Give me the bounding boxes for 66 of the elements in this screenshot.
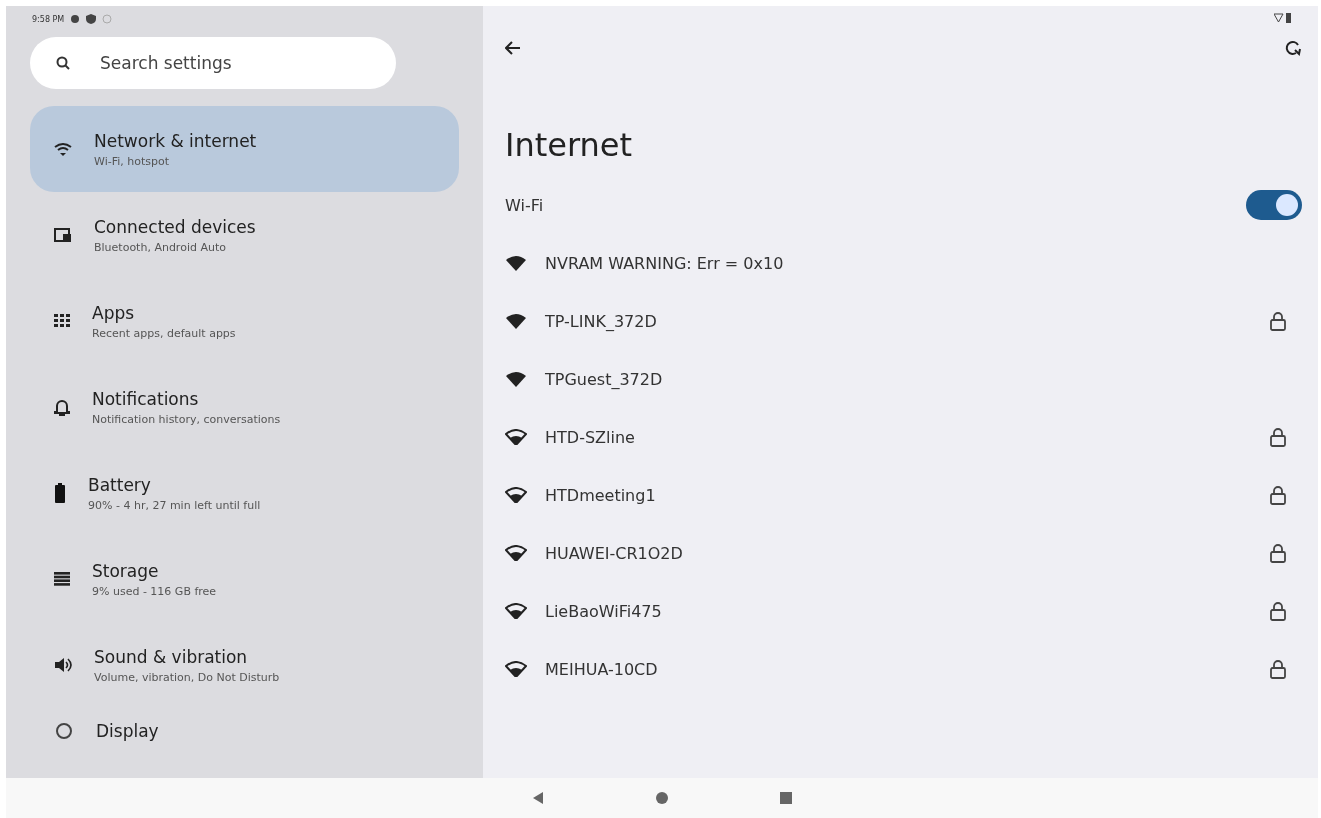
network-row[interactable]: LieBaoWiFi475 <box>505 582 1302 640</box>
item-subtitle: 90% - 4 hr, 27 min left until full <box>88 498 261 512</box>
bell-icon <box>54 398 70 416</box>
lock-icon <box>1270 485 1286 505</box>
item-subtitle: Recent apps, default apps <box>92 326 236 340</box>
network-row[interactable]: MEIHUA-10CD <box>505 640 1302 698</box>
item-title: Sound & vibration <box>94 646 249 667</box>
wifi-label: Wi-Fi <box>505 195 545 215</box>
shield-icon <box>86 14 97 24</box>
item-subtitle: Bluetooth, Android Auto <box>94 240 227 254</box>
lock-icon <box>1270 427 1286 447</box>
lock-icon <box>1270 601 1286 621</box>
lock-icon <box>1270 543 1286 563</box>
wifi-icon <box>54 142 72 156</box>
item-subtitle: Volume, vibration, Do Not Disturb <box>94 670 280 684</box>
network-name: HTD-SZline <box>545 427 636 447</box>
home-circle-icon[interactable] <box>655 791 669 805</box>
refresh-icon <box>1284 39 1302 57</box>
network-name: HUAWEI-CR1O2D <box>545 543 684 563</box>
item-subtitle: Notification history, conversations <box>92 412 281 426</box>
speaker-icon <box>54 657 72 673</box>
sidebar-item[interactable]: Storage 9% used - 116 GB free <box>30 536 459 622</box>
network-name: LieBaoWiFi475 <box>545 601 663 621</box>
network-name: TP-LINK_372D <box>545 311 658 331</box>
sidebar-item[interactable]: Connected devices Bluetooth, Android Auto <box>30 192 459 278</box>
item-subtitle: 9% used - 116 GB free <box>92 584 217 598</box>
sidebar-item[interactable]: Sound & vibration Volume, vibration, Do Not Disturb <box>30 622 459 708</box>
recents-square-icon[interactable] <box>779 791 793 805</box>
lock-icon <box>1270 311 1286 331</box>
item-title: Apps <box>92 302 136 323</box>
back-triangle-icon[interactable] <box>531 791 545 805</box>
item-title: Storage <box>92 560 160 581</box>
back-arrow-icon <box>505 41 521 55</box>
wifi-toggle[interactable] <box>1246 190 1302 220</box>
network-row[interactable]: HTD-SZline <box>505 408 1302 466</box>
item-title: Connected devices <box>94 216 256 237</box>
network-row[interactable]: NVRAM WARNING: Err = 0x10 <box>505 234 1302 292</box>
network-row[interactable]: HTDmeeting1 <box>505 466 1302 524</box>
network-name: NVRAM WARNING: Err = 0x10 <box>545 253 785 273</box>
item-title: Display <box>96 721 159 741</box>
sidebar-item[interactable]: Battery 90% - 4 hr, 27 min left until full <box>30 450 459 536</box>
devices-icon <box>54 227 72 243</box>
item-title: Notifications <box>92 388 200 409</box>
storage-icon <box>54 572 70 586</box>
status-time: 9:58 PM <box>32 14 65 24</box>
search-icon <box>56 56 70 70</box>
network-row[interactable]: TP-LINK_372D <box>505 292 1302 350</box>
notification-icon <box>102 14 113 24</box>
item-title: Network & internet <box>94 130 257 151</box>
grid-icon <box>54 314 70 328</box>
sidebar-item[interactable]: Network & internet Wi-Fi, hotspot <box>30 106 459 192</box>
network-name: TPGuest_372D <box>545 369 664 389</box>
sidebar-item[interactable]: Notifications Notification history, conversations <box>30 364 459 450</box>
network-row[interactable]: TPGuest_372D <box>505 350 1302 408</box>
network-row[interactable]: HUAWEI-CR1O2D <box>505 524 1302 582</box>
page-title: Internet <box>505 126 634 164</box>
battery-icon <box>54 483 66 503</box>
item-title: Battery <box>88 474 152 495</box>
search-field[interactable]: Search settings <box>30 37 396 89</box>
item-subtitle: Wi-Fi, hotspot <box>94 154 170 168</box>
sidebar-item[interactable]: Apps Recent apps, default apps <box>30 278 459 364</box>
network-name: HTDmeeting1 <box>545 485 657 505</box>
status-icons <box>1274 13 1292 23</box>
sidebar-item[interactable]: Display <box>30 708 459 754</box>
network-name: MEIHUA-10CD <box>545 659 659 679</box>
lock-icon <box>1270 659 1286 679</box>
